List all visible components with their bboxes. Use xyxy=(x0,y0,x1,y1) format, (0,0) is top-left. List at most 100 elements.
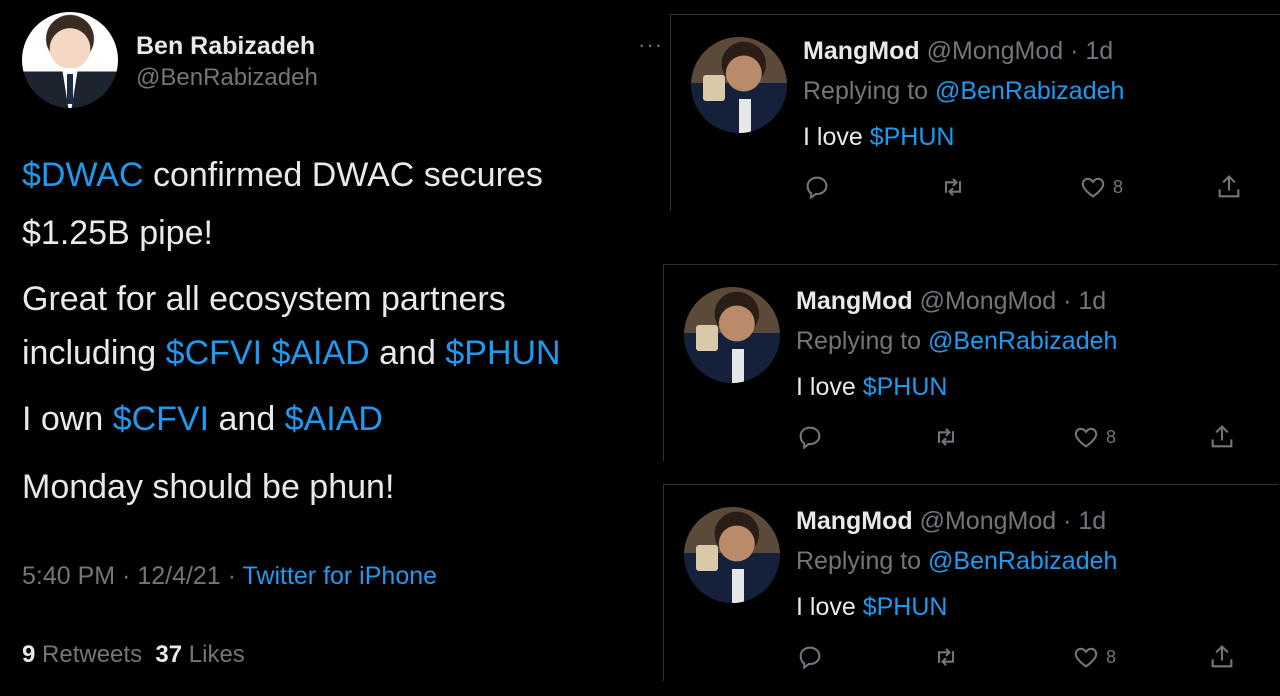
author-name[interactable]: Ben Rabizadeh xyxy=(136,32,315,61)
share-icon xyxy=(1211,425,1233,448)
replying-to: Replying to @BenRabizadeh xyxy=(796,547,1117,576)
cashtag-link[interactable]: $AIAD xyxy=(271,334,369,372)
reply-button[interactable] xyxy=(796,641,824,673)
avatar-cup xyxy=(703,75,725,101)
replying-label: Replying to xyxy=(796,547,929,575)
like-button[interactable]: 8 xyxy=(1079,171,1123,203)
more-options-icon[interactable]: ··· xyxy=(638,32,663,58)
tweet-time[interactable]: 5:40 PM · 12/4/21 · xyxy=(22,562,243,590)
likes-label[interactable]: Likes xyxy=(182,641,245,668)
reply-icon xyxy=(806,176,828,200)
retweet-button[interactable] xyxy=(939,171,967,203)
like-count: 8 xyxy=(1113,176,1124,197)
avatar[interactable] xyxy=(691,37,787,133)
reply-text: I love $PHUN xyxy=(796,373,947,402)
author-handle[interactable]: @BenRabizadeh xyxy=(136,64,318,92)
reply-header: MangMod @MongMod · 1d xyxy=(796,507,1106,536)
cashtag-link[interactable]: $AIAD xyxy=(285,400,383,438)
heart-icon xyxy=(1074,647,1098,668)
retweet-icon xyxy=(937,428,955,446)
share-button[interactable] xyxy=(1215,171,1243,203)
avatar-collar xyxy=(732,349,744,383)
replying-handle-link[interactable]: @BenRabizadeh xyxy=(928,327,1117,355)
reply-header: MangMod @MongMod · 1d xyxy=(796,287,1106,316)
heart-icon xyxy=(1074,427,1098,448)
reply-author-name[interactable]: MangMod xyxy=(796,287,913,315)
tweet-text: Great for all ecosystem partners xyxy=(22,280,506,318)
retweets-count[interactable]: 9 xyxy=(22,641,35,668)
reply-text: I love $PHUN xyxy=(796,593,947,622)
avatar-cup xyxy=(696,325,718,351)
cashtag-link[interactable]: $CFVI xyxy=(166,334,262,372)
avatar[interactable] xyxy=(684,287,780,383)
reply-text-body: I love xyxy=(803,123,870,151)
avatar-collar xyxy=(732,569,744,603)
reply-button[interactable] xyxy=(796,421,824,453)
reply-author-name[interactable]: MangMod xyxy=(803,37,920,65)
reply-actions: 8 xyxy=(796,641,1256,673)
reply-author-name[interactable]: MangMod xyxy=(796,507,913,535)
reply-tweet[interactable]: MangMod @MongMod · 1d Replying to @BenRa… xyxy=(663,484,1278,681)
reply-button[interactable] xyxy=(803,171,831,203)
reply-text-body: I love xyxy=(796,593,863,621)
retweet-button[interactable] xyxy=(932,421,960,453)
tweet-text: and xyxy=(369,334,446,372)
like-button[interactable]: 8 xyxy=(1072,641,1116,673)
tweet-stats: 9 Retweets 37 Likes xyxy=(22,641,245,669)
cashtag-link[interactable]: $CFVI xyxy=(113,400,209,438)
reply-actions: 8 xyxy=(796,421,1256,453)
reply-tweet[interactable]: MangMod @MongMod · 1d Replying to @BenRa… xyxy=(670,14,1280,211)
reply-actions: 8 xyxy=(803,171,1263,203)
retweet-icon xyxy=(944,178,962,196)
replying-label: Replying to xyxy=(796,327,929,355)
avatar[interactable] xyxy=(684,507,780,603)
tweet-text-line: Great for all ecosystem partners xyxy=(22,280,506,319)
tweet-text-line: Monday should be phun! xyxy=(22,468,394,507)
tweet-text-line: $DWAC confirmed DWAC secures xyxy=(22,156,543,195)
tweet-text: Monday should be phun! xyxy=(22,468,395,506)
tweet-text-line: $1.25B pipe! xyxy=(22,214,213,253)
cashtag-link[interactable]: $PHUN xyxy=(863,373,948,401)
cashtag-link[interactable]: $PHUN xyxy=(870,123,955,151)
likes-count[interactable]: 37 xyxy=(155,641,182,668)
replying-label: Replying to xyxy=(803,77,936,105)
avatar-tie xyxy=(67,74,73,104)
tweet-text-line: including $CFVI $AIAD and $PHUN xyxy=(22,334,561,373)
retweet-button[interactable] xyxy=(932,641,960,673)
cashtag-link[interactable]: $PHUN xyxy=(445,334,560,372)
reply-header: MangMod @MongMod · 1d xyxy=(803,37,1113,66)
reply-text: I love $PHUN xyxy=(803,123,954,152)
share-button[interactable] xyxy=(1208,421,1236,453)
avatar[interactable] xyxy=(22,12,118,108)
tweet-text: I own xyxy=(22,400,113,438)
share-button[interactable] xyxy=(1208,641,1236,673)
reply-tweet[interactable]: MangMod @MongMod · 1d Replying to @BenRa… xyxy=(663,264,1278,461)
reply-icon xyxy=(799,426,821,450)
retweet-icon xyxy=(937,648,955,666)
share-icon xyxy=(1218,175,1240,198)
avatar-collar xyxy=(739,99,751,133)
cashtag-link[interactable]: $PHUN xyxy=(863,593,948,621)
replying-to: Replying to @BenRabizadeh xyxy=(796,327,1117,356)
share-icon xyxy=(1211,645,1233,668)
main-tweet: Ben Rabizadeh @BenRabizadeh ··· $DWAC co… xyxy=(0,0,665,696)
like-count: 8 xyxy=(1106,646,1117,667)
avatar-cup xyxy=(696,545,718,571)
replying-to: Replying to @BenRabizadeh xyxy=(803,77,1124,106)
like-count: 8 xyxy=(1106,426,1117,447)
reply-author-handle[interactable]: @MongMod · 1d xyxy=(913,287,1107,315)
reply-author-handle[interactable]: @MongMod · 1d xyxy=(913,507,1107,535)
tweet-timestamp: 5:40 PM · 12/4/21 · Twitter for iPhone xyxy=(22,562,437,591)
like-button[interactable]: 8 xyxy=(1072,421,1116,453)
retweets-label[interactable]: Retweets xyxy=(35,641,155,668)
tweet-text: including xyxy=(22,334,166,372)
heart-icon xyxy=(1081,177,1105,198)
cashtag-link[interactable]: $DWAC xyxy=(22,156,144,194)
reply-author-handle[interactable]: @MongMod · 1d xyxy=(920,37,1114,65)
replying-handle-link[interactable]: @BenRabizadeh xyxy=(928,547,1117,575)
tweet-source-link[interactable]: Twitter for iPhone xyxy=(243,562,438,590)
replying-handle-link[interactable]: @BenRabizadeh xyxy=(935,77,1124,105)
tweet-text: and xyxy=(209,400,285,438)
tweet-text: $1.25B pipe! xyxy=(22,214,213,252)
tweet-text-line: I own $CFVI and $AIAD xyxy=(22,400,383,439)
